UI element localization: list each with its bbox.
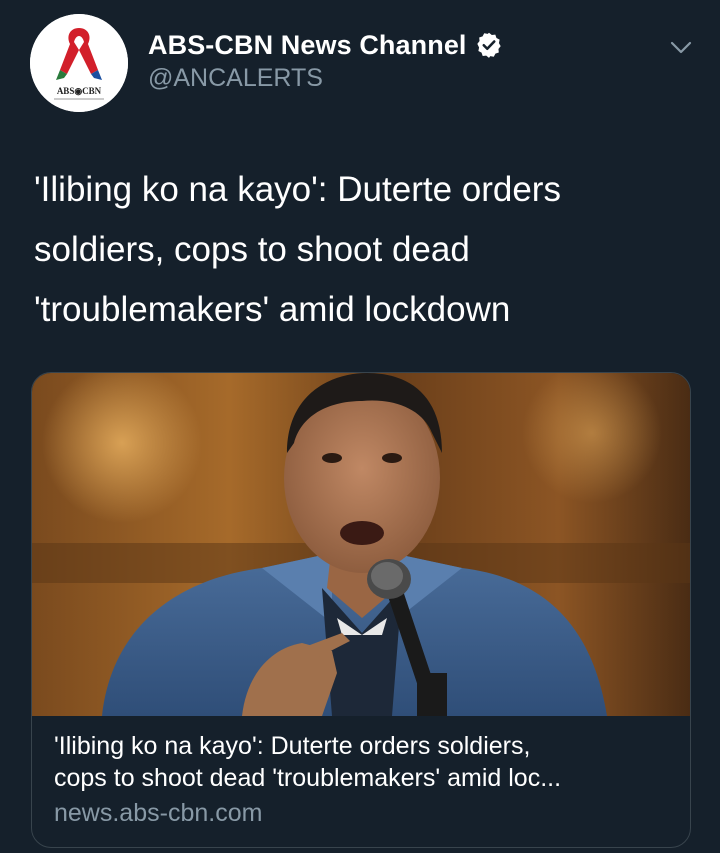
link-card[interactable]: 'Ilibing ko na kayo': Duterte orders sol…: [31, 372, 691, 848]
tweet[interactable]: ABS◉CBN ABS-CBN News Channel @ANCALERTS …: [0, 0, 720, 853]
link-card-domain[interactable]: news.abs-cbn.com: [54, 796, 674, 830]
link-card-image[interactable]: [32, 373, 690, 716]
link-card-title-line-1[interactable]: 'Ilibing ko na kayo': Duterte orders sol…: [54, 730, 674, 762]
chevron-down-icon[interactable]: [667, 33, 695, 61]
tweet-text: 'Ilibing ko na kayo': Duterte orders sol…: [34, 170, 561, 329]
avatar[interactable]: ABS◉CBN: [30, 14, 128, 112]
verified-badge-icon: [475, 31, 503, 59]
link-card-body[interactable]: 'Ilibing ko na kayo': Duterte orders sol…: [54, 730, 674, 830]
abs-cbn-logo-icon: ABS◉CBN: [30, 14, 128, 112]
svg-text:ABS◉CBN: ABS◉CBN: [57, 86, 102, 96]
account-handle[interactable]: @ANCALERTS: [148, 64, 323, 93]
display-name[interactable]: ABS-CBN News Channel: [148, 30, 467, 61]
link-card-title-line-2[interactable]: cops to shoot dead 'troublemakers' amid …: [54, 762, 674, 794]
account-name-row[interactable]: ABS-CBN News Channel: [148, 30, 503, 60]
news-photo: [32, 373, 690, 716]
